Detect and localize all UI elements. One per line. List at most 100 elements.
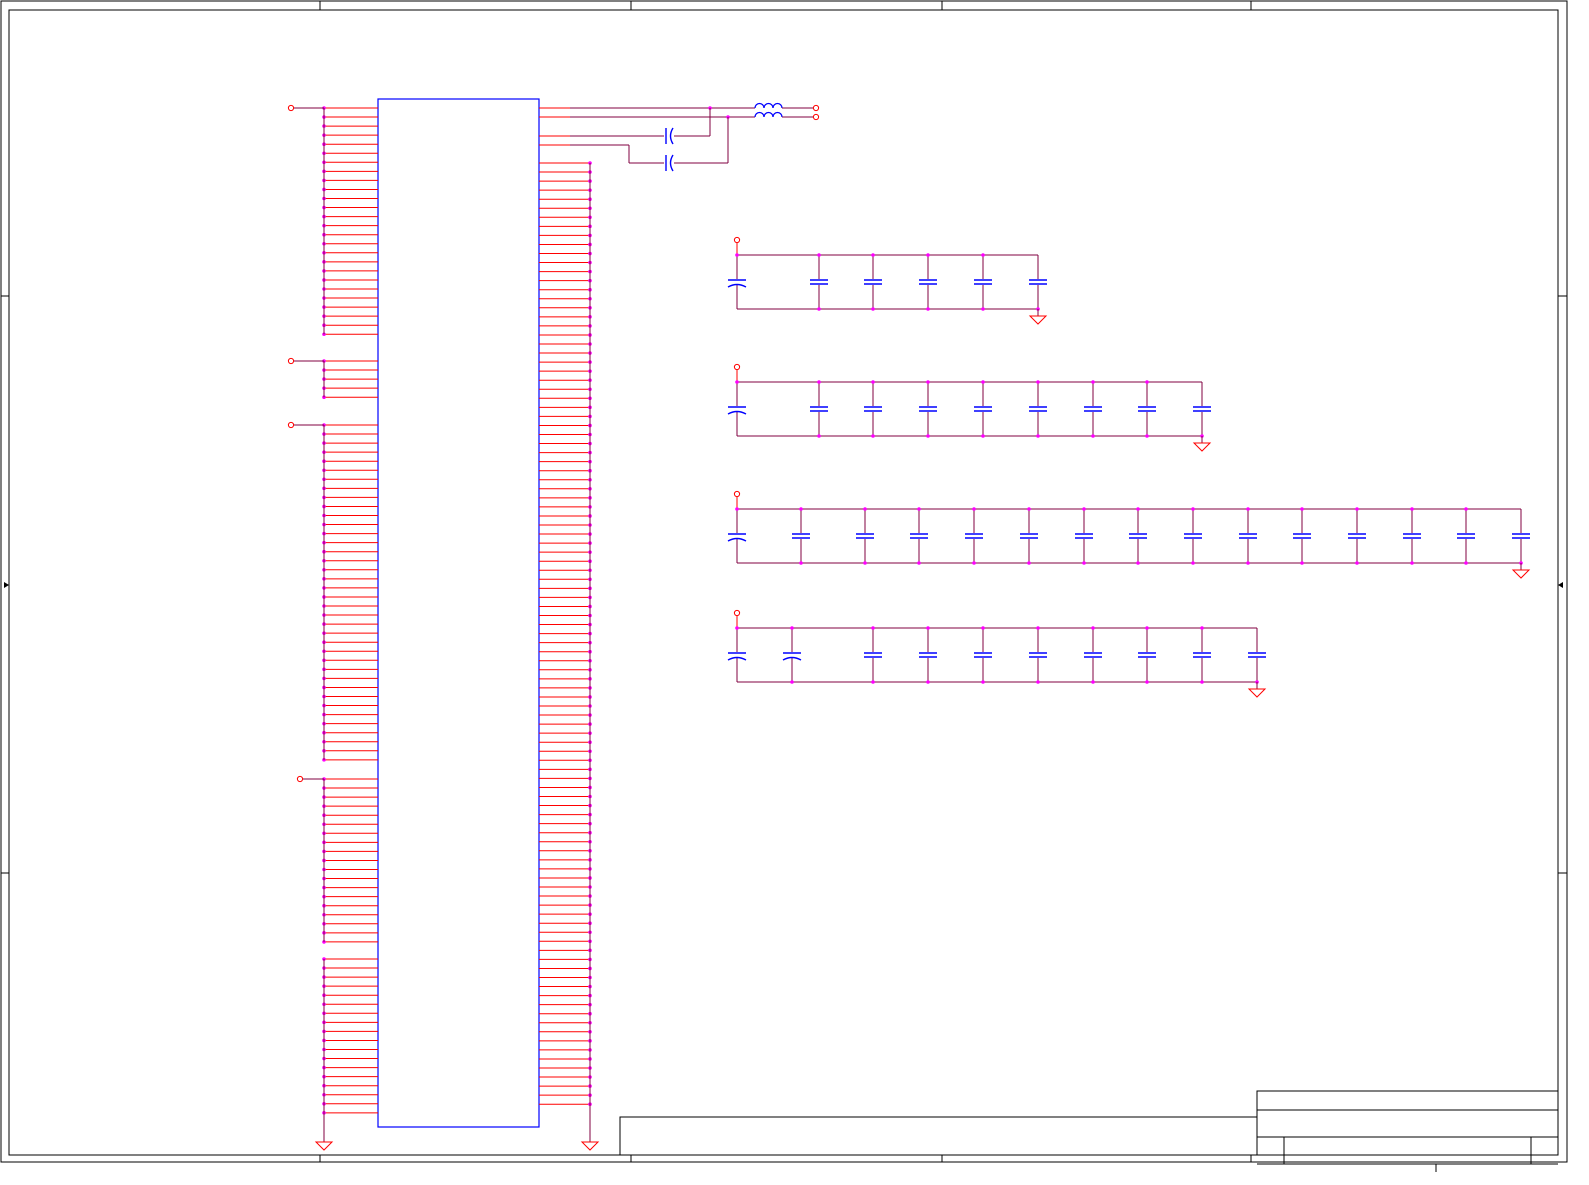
- junction-dot: [1145, 626, 1149, 630]
- ground-symbol-icon: [1511, 569, 1531, 579]
- junction-dot: [1036, 434, 1040, 438]
- junction-dot: [981, 380, 985, 384]
- junction-dot: [981, 626, 985, 630]
- junction-dot: [1091, 434, 1095, 438]
- capacitor-icon: [974, 255, 992, 309]
- capacitor-icon: [974, 628, 992, 682]
- junction-dot: [799, 507, 803, 511]
- junction-dot: [1191, 561, 1195, 565]
- junction-dot: [1200, 680, 1204, 684]
- junction-dot: [817, 434, 821, 438]
- junction-dot: [1036, 680, 1040, 684]
- junction-dot: [871, 680, 875, 684]
- power-port-circle-icon: [296, 775, 304, 783]
- polarized-capacitor-icon: [727, 382, 747, 436]
- power-port-circle-icon: [733, 609, 741, 617]
- left-pin-group: [287, 357, 378, 400]
- junction-dot: [972, 561, 976, 565]
- junction-dot: [871, 434, 875, 438]
- junction-dot: [981, 307, 985, 311]
- junction-dot: [926, 307, 930, 311]
- junction-dot: [790, 626, 794, 630]
- junction-dot: [863, 561, 867, 565]
- junction-dot: [1082, 561, 1086, 565]
- ground-symbol-icon: [580, 1141, 600, 1151]
- capacitor-icon: [974, 382, 992, 436]
- left-pin-group: [296, 775, 378, 944]
- capacitor-icon: [792, 509, 810, 563]
- left-pin-group: [287, 421, 378, 762]
- ic-left-power-pins: [287, 104, 378, 1151]
- capacitor-icon: [919, 382, 937, 436]
- capacitor-icon: [1084, 628, 1102, 682]
- decoupling-bank: [727, 490, 1531, 579]
- junction-dot: [1410, 507, 1414, 511]
- sheet-border: [0, 0, 1568, 1163]
- junction-dot: [863, 507, 867, 511]
- junction-dot: [1410, 561, 1414, 565]
- capacitor-icon: [665, 154, 674, 172]
- junction-dot: [1191, 507, 1195, 511]
- ic-right-ground-pins: [539, 161, 600, 1151]
- junction-dot: [1036, 380, 1040, 384]
- junction-dot: [1355, 507, 1359, 511]
- schematic-sheet: [0, 0, 1589, 1180]
- capacitor-icon: [1184, 509, 1202, 563]
- junction-dot: [981, 434, 985, 438]
- junction-dot: [1464, 507, 1468, 511]
- capacitor-icon: [919, 255, 937, 309]
- junction-dot: [1464, 561, 1468, 565]
- capacitor-icon: [665, 127, 674, 145]
- power-port-circle-icon: [733, 236, 741, 244]
- junction-dot: [871, 626, 875, 630]
- inductor-icon: [754, 111, 783, 118]
- junction-dot: [735, 507, 739, 511]
- ground-symbol-icon: [1192, 442, 1212, 452]
- power-port-circle-icon: [287, 357, 295, 365]
- border-arrow-icon: [4, 582, 9, 588]
- capacitor-icon: [1193, 382, 1211, 436]
- polarized-capacitor-icon: [727, 628, 747, 682]
- junction-dot: [917, 507, 921, 511]
- capacitor-icon: [1029, 628, 1047, 682]
- junction-dot: [1145, 380, 1149, 384]
- power-port-circle-icon: [287, 104, 295, 112]
- capacitor-icon: [910, 509, 928, 563]
- junction-dot: [1246, 507, 1250, 511]
- junction-dot: [790, 680, 794, 684]
- junction-dot: [981, 253, 985, 257]
- capacitor-icon: [1248, 628, 1266, 682]
- junction-dot: [1036, 626, 1040, 630]
- capacitor-icon: [1029, 382, 1047, 436]
- junction-dot: [871, 307, 875, 311]
- junction-dot: [1027, 507, 1031, 511]
- title-block-frame: [1256, 1090, 1559, 1156]
- junction-dot: [926, 626, 930, 630]
- capacitor-icon: [856, 509, 874, 563]
- capacitor-icon: [864, 255, 882, 309]
- junction-dot: [1136, 507, 1140, 511]
- polarized-capacitor-icon: [727, 255, 747, 309]
- junction-dot: [917, 561, 921, 565]
- decoupling-bank: [727, 609, 1267, 698]
- capacitor-icon: [1457, 509, 1475, 563]
- ground-symbol-icon: [1247, 688, 1267, 698]
- left-pin-group: [287, 104, 378, 337]
- decoupling-capacitor-banks: [727, 236, 1531, 698]
- power-port-circle-icon: [812, 104, 820, 112]
- capacitor-icon: [1029, 255, 1047, 309]
- capacitor-icon: [864, 382, 882, 436]
- junction-dot: [926, 434, 930, 438]
- junction-dot: [981, 680, 985, 684]
- capacitor-icon: [1348, 509, 1366, 563]
- power-port-circle-icon: [287, 421, 295, 429]
- junction-dot: [972, 507, 976, 511]
- junction-dot: [1355, 561, 1359, 565]
- capacitor-icon: [1403, 509, 1421, 563]
- capacitor-icon: [1239, 509, 1257, 563]
- ferrite-filter-network: [539, 102, 820, 172]
- power-ic-component: [377, 98, 540, 1128]
- polarized-capacitor-icon: [727, 509, 747, 563]
- inductor-icon: [754, 102, 783, 109]
- junction-dot: [735, 626, 739, 630]
